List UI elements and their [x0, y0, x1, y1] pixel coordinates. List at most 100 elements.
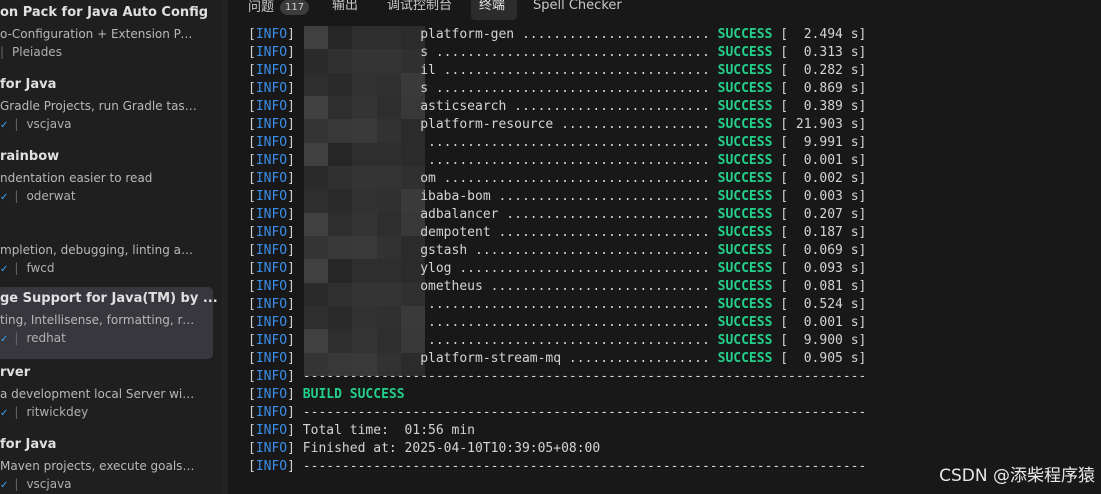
extension-description: a development local Server with li... — [0, 387, 198, 401]
verified-check-icon: ✓ — [0, 192, 9, 203]
extension-publisher-row: ✓ | redhat — [0, 331, 66, 347]
bracket: [ — [248, 117, 256, 132]
extension-publisher[interactable]: vscjava — [26, 477, 71, 491]
redacted-prefix — [303, 45, 420, 60]
terminal-line: [INFO] adbalancer ......................… — [248, 206, 866, 224]
bracket: [ — [248, 405, 256, 420]
terminal-output[interactable]: [INFO] platform-gen ....................… — [248, 26, 866, 476]
module-name: .................................... — [420, 135, 710, 150]
module-name: om .................................. — [420, 171, 710, 186]
bracket: ] — [287, 369, 303, 384]
bracket: ] — [287, 459, 303, 474]
publisher-separator: | — [14, 405, 19, 419]
terminal-line: [INFO] dempotent .......................… — [248, 224, 866, 242]
bracket: ] — [287, 135, 303, 150]
tab-0[interactable]: 问题 117 — [240, 0, 310, 20]
bracket: [ — [248, 315, 256, 330]
terminal-line: [INFO] .................................… — [248, 152, 866, 170]
terminal-line: [INFO] asticsearch .....................… — [248, 98, 866, 116]
redacted-prefix — [303, 243, 420, 258]
module-time: [ 0.389 s] — [780, 99, 867, 114]
extension-publisher[interactable]: ritwickdey — [26, 405, 88, 419]
extensions-sidebar: on Pack for Java Auto Config o-Configurat… — [0, 0, 222, 494]
extension-publisher-row: ✓ | vscjava — [0, 477, 72, 493]
redacted-prefix — [303, 297, 420, 312]
extension-item[interactable]: rver a development local Server with li..… — [0, 361, 213, 433]
bracket: [ — [248, 243, 256, 258]
bracket: ] — [287, 315, 303, 330]
redacted-prefix — [303, 81, 420, 96]
extension-item[interactable]: mpletion, debugging, linting and ... ✓ | fw… — [0, 217, 213, 289]
log-level: INFO — [255, 261, 288, 276]
extension-name: rainbow — [0, 149, 60, 164]
module-time: [ 0.905 s] — [780, 351, 867, 366]
verified-check-icon: ✓ — [0, 480, 9, 491]
module-name: .................................... — [420, 297, 710, 312]
module-status: SUCCESS — [717, 261, 773, 276]
log-level: INFO — [255, 441, 288, 456]
bracket: ] — [287, 153, 303, 168]
bracket: [ — [248, 441, 256, 456]
tab-1[interactable]: 输出 — [324, 0, 368, 20]
extension-description: Gradle Projects, run Gradle tasks ... — [0, 99, 198, 113]
redacted-prefix — [303, 279, 420, 294]
bracket: [ — [248, 99, 256, 114]
extension-publisher[interactable]: fwcd — [26, 261, 54, 275]
tab-label: 输出 — [332, 0, 359, 13]
extension-item[interactable]: for Java Gradle Projects, run Gradle task… — [0, 73, 213, 145]
bracket: [ — [248, 225, 256, 240]
module-time: [ 0.093 s] — [780, 261, 867, 276]
extension-item[interactable]: for Java Maven projects, execute goals, g… — [0, 433, 213, 494]
module-time: [ 0.081 s] — [780, 279, 867, 294]
redacted-prefix — [303, 117, 420, 132]
verified-check-icon: ✓ — [0, 264, 9, 275]
publisher-separator: | — [14, 261, 19, 275]
terminal-line: [INFO] .................................… — [248, 296, 866, 314]
log-level: INFO — [255, 189, 288, 204]
extension-publisher[interactable]: vscjava — [26, 117, 71, 131]
terminal-line: [INFO] ---------------------------------… — [248, 368, 866, 386]
publisher-separator: | — [14, 477, 19, 491]
log-level: INFO — [255, 225, 288, 240]
bracket: ] — [287, 207, 303, 222]
module-name: .................................... — [420, 153, 710, 168]
bracket: [ — [248, 261, 256, 276]
terminal-line: [INFO] ---------------------------------… — [248, 404, 866, 422]
extension-item[interactable]: rainbow ndentation easier to read ✓ | oderwa… — [0, 145, 213, 217]
log-level: INFO — [255, 243, 288, 258]
extension-description: ting, Intellisense, formatting, refac... — [0, 313, 198, 327]
watermark: CSDN @添柴程序猿 — [939, 466, 1095, 486]
extension-item[interactable]: on Pack for Java Auto Config o-Configurat… — [0, 1, 213, 73]
tab-4[interactable]: Spell Checker — [525, 0, 622, 20]
terminal-line: [INFO] .................................… — [248, 134, 866, 152]
log-level: INFO — [255, 351, 288, 366]
verified-check-icon: ✓ — [0, 408, 9, 419]
bracket: [ — [248, 189, 256, 204]
module-name: ibaba-bom ........................... — [420, 189, 710, 204]
module-status: SUCCESS — [717, 243, 773, 258]
tab-2[interactable]: 调试控制台 — [379, 0, 459, 20]
module-name: il .................................. — [420, 63, 710, 78]
module-status: SUCCESS — [717, 189, 773, 204]
extension-name: for Java — [0, 437, 57, 452]
module-status: SUCCESS — [717, 135, 773, 150]
extension-publisher[interactable]: oderwat — [26, 189, 75, 203]
extension-name: for Java — [0, 77, 57, 92]
redacted-prefix — [303, 207, 420, 222]
extension-item[interactable]: ge Support for Java(TM) by ... ting, Inte… — [0, 287, 218, 359]
bracket: [ — [248, 333, 256, 348]
redacted-prefix — [303, 189, 420, 204]
log-level: INFO — [255, 207, 288, 222]
log-level: INFO — [255, 135, 288, 150]
extension-publisher[interactable]: Pleiades — [12, 45, 62, 59]
module-time: [ 0.001 s] — [780, 315, 867, 330]
log-level: INFO — [255, 99, 288, 114]
tab-label: Spell Checker — [533, 0, 622, 13]
module-time: [ 0.282 s] — [780, 63, 867, 78]
extension-publisher[interactable]: redhat — [26, 331, 65, 345]
tab-3[interactable]: 终端 — [471, 0, 517, 20]
